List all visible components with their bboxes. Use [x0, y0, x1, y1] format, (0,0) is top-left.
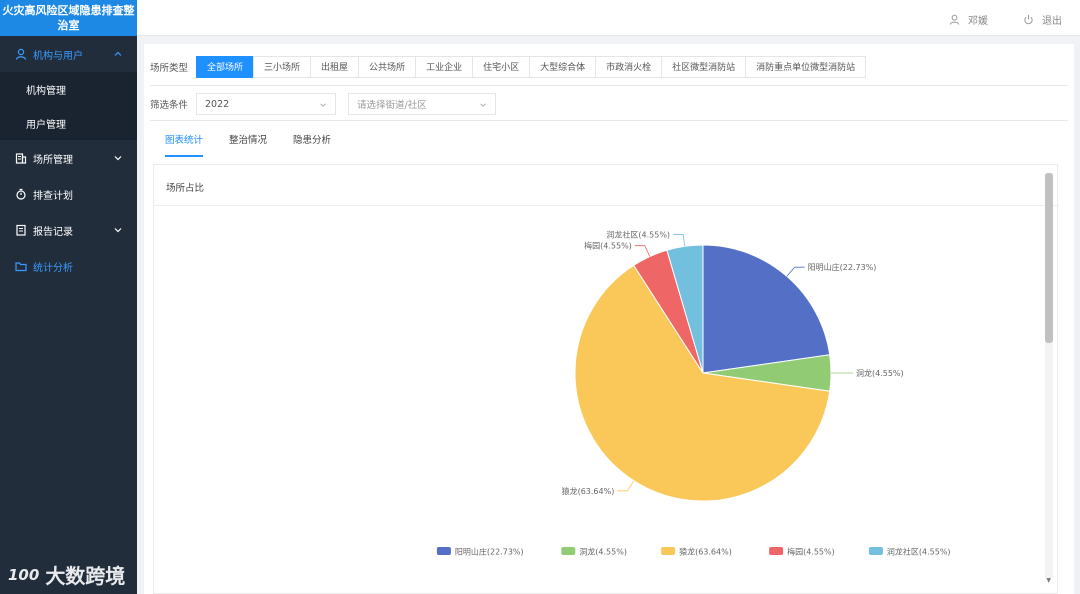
scroll-down-arrow-icon[interactable]: ▼ [1046, 577, 1051, 584]
venue-type-tab[interactable]: 公共场所 [358, 56, 417, 78]
sidebar-group-org-user[interactable]: 机构与用户 [0, 36, 137, 72]
pie-chart: 阳明山庄(22.73%) 洞龙(4.55%) 猿龙(63.64%) 梅园(4.55%)… [436, 229, 951, 557]
sidebar-item-inspection-plan[interactable]: 排查计划 [0, 176, 137, 212]
condition-filter: 筛选条件 2022 请选择街道/社区 [144, 92, 508, 116]
pie-data-label: 阳明山庄(22.73%) [808, 262, 877, 272]
folder-icon [15, 260, 27, 272]
watermark-text: 大数跨境 [45, 564, 126, 588]
chevron-down-icon [113, 225, 123, 235]
chevron-down-icon [480, 103, 486, 107]
legend-item[interactable]: 梅园(4.55%) [787, 547, 835, 557]
chevron-down-icon [320, 103, 326, 107]
tab-hazard-analysis[interactable]: 隐患分析 [280, 129, 344, 153]
street-placeholder: 请选择街道/社区 [357, 100, 427, 111]
venue-type-tab[interactable]: 市政消火栓 [595, 56, 663, 78]
sidebar-group-label: 报告记录 [33, 226, 73, 238]
current-user[interactable]: 邓媛 [949, 12, 988, 27]
legend-item[interactable]: 洞龙(4.55%) [579, 547, 627, 557]
pie-leader-line [786, 266, 805, 277]
pie-data-label: 润龙社区(4.55%) [606, 229, 670, 239]
sidebar: 火灾高风险区域隐患排查整治室 机构与用户 机构管理 用户管理 场所管理 排查计划… [0, 0, 137, 594]
chart-subtabs: 图表统计 整治情况 隐患分析 [152, 129, 344, 157]
user-name: 邓媛 [968, 16, 988, 27]
scrollbar[interactable] [1045, 173, 1053, 578]
sidebar-item-user-management[interactable]: 用户管理 [0, 106, 137, 140]
legend-swatch [661, 547, 676, 555]
sidebar-item-label: 统计分析 [33, 262, 73, 274]
divider [150, 85, 1068, 86]
stopwatch-icon [15, 188, 27, 200]
chevron-down-icon [113, 153, 123, 163]
legend-item[interactable]: 猿龙(63.64%) [679, 547, 732, 557]
legend-swatch [436, 547, 451, 555]
user-icon [949, 14, 960, 25]
pie-data-label: 洞龙(4.55%) [856, 368, 904, 378]
divider [150, 120, 1068, 121]
venue-type-tab[interactable]: 社区微型消防站 [661, 56, 747, 78]
pie-leader-line [617, 480, 635, 492]
venue-type-filter: 场所类型 全部场所 三小场所 出租屋 公共场所 工业企业 住宅小区 大型综合体 市政消火栓 社区… [144, 55, 867, 79]
chart-card: 场所占比 阳明山庄(22.73%) 洞龙(4.55%) 猿龙(63.64%) 梅园(4… [153, 164, 1059, 594]
app-brand: 火灾高风险区域隐患排查整治室 [0, 0, 137, 36]
venue-type-tab[interactable]: 出租屋 [310, 56, 360, 78]
pie-data-label: 猿龙(63.64%) [562, 486, 615, 496]
street-select[interactable]: 请选择街道/社区 [348, 93, 496, 115]
power-icon [1024, 14, 1033, 25]
building-icon [15, 152, 27, 164]
tab-rectification[interactable]: 整治情况 [216, 129, 280, 153]
sidebar-item-org-management[interactable]: 机构管理 [0, 72, 137, 106]
pie-leader-line [673, 234, 686, 247]
condition-label: 筛选条件 [150, 100, 189, 111]
report-icon [15, 224, 27, 236]
watermark-logo: 100 [8, 565, 40, 584]
sidebar-group-venue-management[interactable]: 场所管理 [0, 140, 137, 176]
chevron-up-icon [113, 49, 123, 59]
pie-data-label: 梅园(4.55%) [584, 241, 632, 251]
venue-type-tab[interactable]: 大型综合体 [529, 56, 597, 78]
legend-swatch [561, 547, 576, 555]
year-select[interactable]: 2022 [196, 93, 336, 115]
sidebar-group-label: 机构与用户 [33, 50, 83, 62]
logout-button[interactable]: 退出 [1023, 12, 1062, 27]
year-value: 2022 [205, 98, 230, 110]
legend-item[interactable]: 阳明山庄(22.73%) [455, 547, 524, 557]
pie-leader-line [634, 245, 651, 257]
sidebar-group-label: 场所管理 [33, 154, 73, 166]
user-icon [15, 48, 27, 60]
main-panel: 场所类型 全部场所 三小场所 出租屋 公共场所 工业企业 住宅小区 大型综合体 市政消火栓 社区… [144, 44, 1074, 594]
top-header: 邓媛 退出 [137, 0, 1080, 36]
watermark: 100 大数跨境 [8, 560, 125, 589]
legend-swatch [769, 547, 784, 555]
venue-type-tab[interactable]: 消防重点单位微型消防站 [745, 56, 867, 78]
venue-type-tab[interactable]: 三小场所 [253, 56, 312, 78]
venue-type-tab[interactable]: 住宅小区 [472, 56, 531, 78]
logout-label: 退出 [1042, 16, 1062, 27]
tab-chart-statistics[interactable]: 图表统计 [152, 129, 216, 157]
venue-type-tab[interactable]: 工业企业 [415, 56, 474, 78]
scrollbar-thumb[interactable] [1045, 173, 1053, 343]
sidebar-item-statistics[interactable]: 统计分析 [0, 248, 137, 284]
sidebar-group-report-records[interactable]: 报告记录 [0, 212, 137, 248]
sidebar-item-label: 排查计划 [33, 190, 73, 202]
legend-item[interactable]: 润龙社区(4.55%) [887, 547, 951, 557]
venue-type-tab[interactable]: 全部场所 [196, 56, 255, 78]
venue-type-label: 场所类型 [150, 63, 189, 74]
venue-type-tabs: 全部场所 三小场所 出租屋 公共场所 工业企业 住宅小区 大型综合体 市政消火栓 社区微型消防站… [196, 56, 867, 78]
legend-swatch [868, 547, 883, 555]
